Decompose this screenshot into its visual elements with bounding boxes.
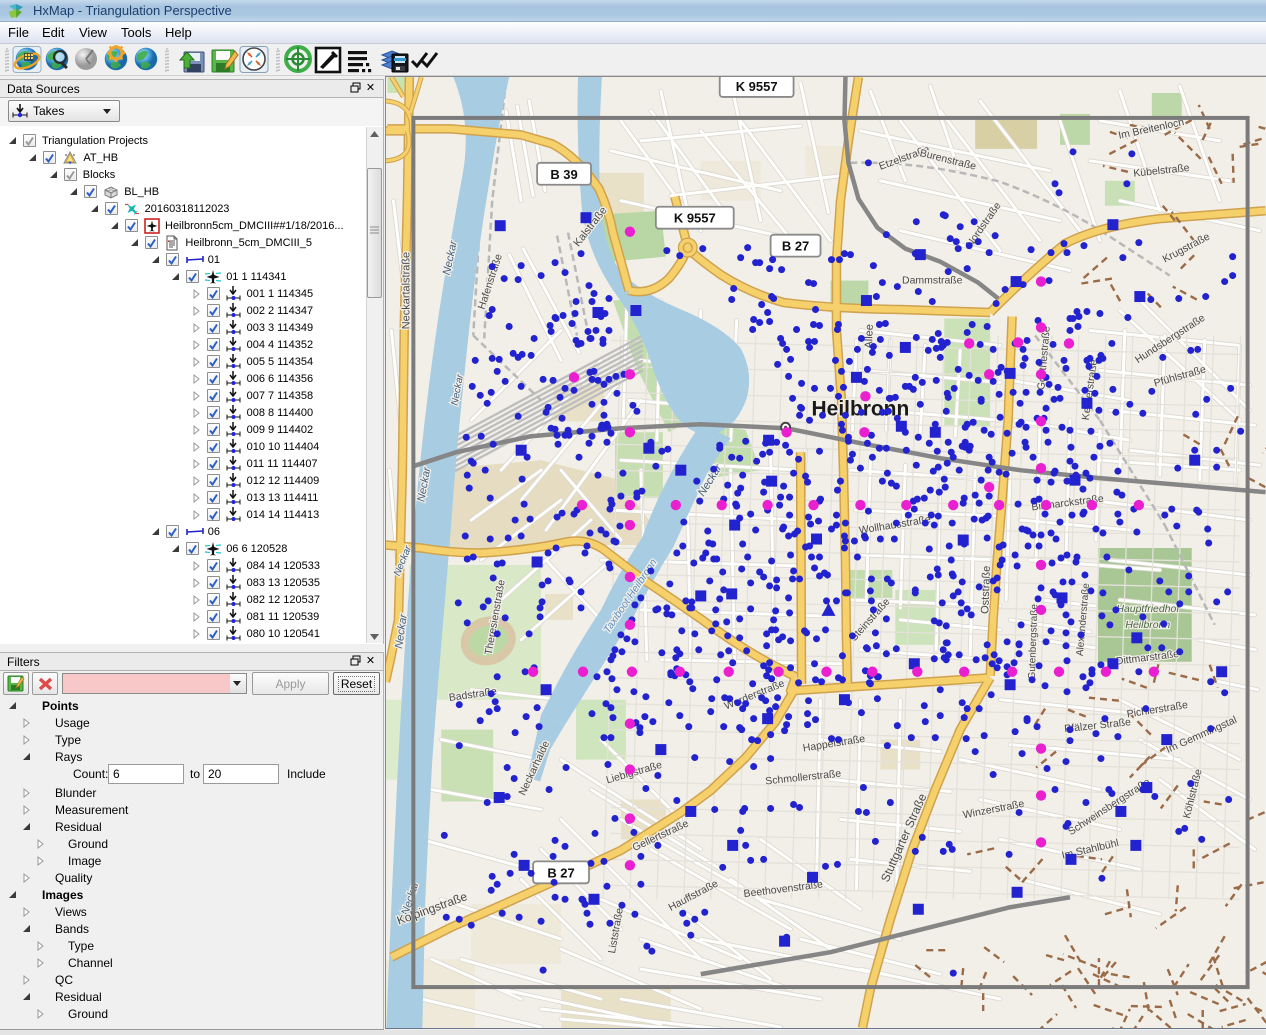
svg-text:B 39: B 39 [550,167,577,182]
svg-text:B 27: B 27 [782,239,809,254]
svg-text:K 9557: K 9557 [674,211,716,226]
svg-text:Neckartalstraße: Neckartalstraße [400,252,412,329]
svg-text:Hauptfriedhof: Hauptfriedhof [1116,604,1180,615]
svg-text:Dammstraße: Dammstraße [902,276,963,287]
svg-text:K 9557: K 9557 [736,79,778,94]
svg-text:Oststraße: Oststraße [979,566,993,615]
svg-text:B 27: B 27 [547,865,574,880]
